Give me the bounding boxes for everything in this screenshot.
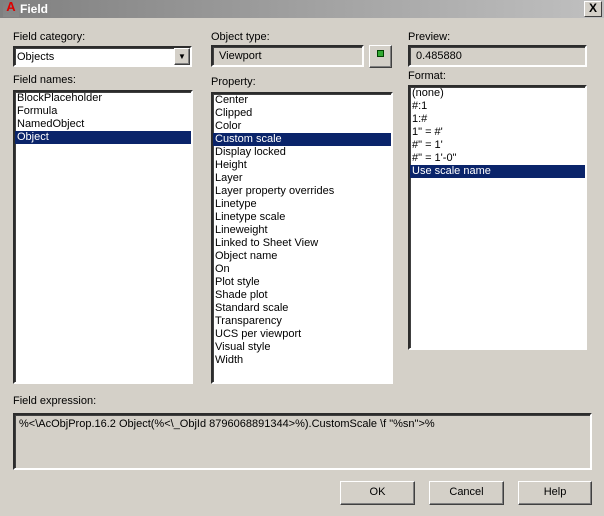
list-item[interactable]: Object name	[213, 250, 391, 263]
select-object-button[interactable]	[369, 45, 392, 68]
list-item[interactable]: Transparency	[213, 315, 391, 328]
format-list[interactable]: (none) #:1 1:# 1" = #' #" = 1' #" = 1'-0" Use …	[408, 85, 587, 350]
list-item[interactable]: Linked to Sheet View	[213, 237, 391, 250]
list-item[interactable]: 1" = #'	[410, 126, 585, 139]
list-item[interactable]: Linetype scale	[213, 211, 391, 224]
object-type-field: Viewport	[211, 45, 364, 67]
object-type-label: Object type:	[211, 31, 270, 43]
field-names-list[interactable]: BlockPlaceholder Formula NamedObject Object	[13, 90, 193, 384]
list-item[interactable]: UCS per viewport	[213, 328, 391, 341]
list-item[interactable]: Use scale name	[410, 165, 585, 178]
list-item[interactable]: Color	[213, 120, 391, 133]
window-title: Field	[20, 2, 49, 16]
list-item[interactable]: 1:#	[410, 113, 585, 126]
list-item[interactable]: #:1	[410, 100, 585, 113]
list-item[interactable]: Layer	[213, 172, 391, 185]
preview-field: 0.485880	[408, 45, 587, 67]
help-button[interactable]: Help	[518, 481, 592, 505]
list-item[interactable]: Width	[213, 354, 391, 367]
list-item[interactable]: NamedObject	[15, 118, 191, 131]
list-item[interactable]: #" = 1'-0"	[410, 152, 585, 165]
list-item[interactable]: Linetype	[213, 198, 391, 211]
list-item[interactable]: Clipped	[213, 107, 391, 120]
list-item[interactable]: Visual style	[213, 341, 391, 354]
field-category-label: Field category:	[13, 31, 86, 43]
property-list[interactable]: Center Clipped Color Custom scale Display lo…	[211, 92, 393, 384]
format-label: Format:	[408, 70, 446, 82]
chevron-down-icon[interactable]: ▼	[174, 48, 190, 65]
autocad-app-icon: A	[3, 0, 19, 17]
ok-button[interactable]: OK	[340, 481, 415, 505]
list-item[interactable]: #" = 1'	[410, 139, 585, 152]
cancel-button[interactable]: Cancel	[429, 481, 504, 505]
list-item[interactable]: Display locked	[213, 146, 391, 159]
close-button[interactable]: X	[584, 1, 602, 17]
list-item[interactable]: Layer property overrides	[213, 185, 391, 198]
list-item[interactable]: Center	[213, 94, 391, 107]
list-item[interactable]: BlockPlaceholder	[15, 92, 191, 105]
list-item[interactable]: Object	[15, 131, 191, 144]
list-item[interactable]: Shade plot	[213, 289, 391, 302]
list-item[interactable]: Standard scale	[213, 302, 391, 315]
field-expression-field[interactable]: %<\AcObjProp.16.2 Object(%<\_ObjId 87960…	[13, 413, 592, 470]
list-item[interactable]: (none)	[410, 87, 585, 100]
list-item[interactable]: Custom scale	[213, 133, 391, 146]
field-names-label: Field names:	[13, 74, 76, 86]
property-label: Property:	[211, 76, 256, 88]
select-object-icon	[377, 50, 384, 57]
list-item[interactable]: On	[213, 263, 391, 276]
field-category-select[interactable]: Objects ▼	[13, 46, 192, 67]
list-item[interactable]: Height	[213, 159, 391, 172]
list-item[interactable]: Formula	[15, 105, 191, 118]
field-expression-label: Field expression:	[13, 395, 97, 407]
list-item[interactable]: Lineweight	[213, 224, 391, 237]
title-bar: Field	[0, 0, 604, 18]
preview-label: Preview:	[408, 31, 451, 43]
field-category-value: Objects	[17, 51, 55, 63]
list-item[interactable]: Plot style	[213, 276, 391, 289]
